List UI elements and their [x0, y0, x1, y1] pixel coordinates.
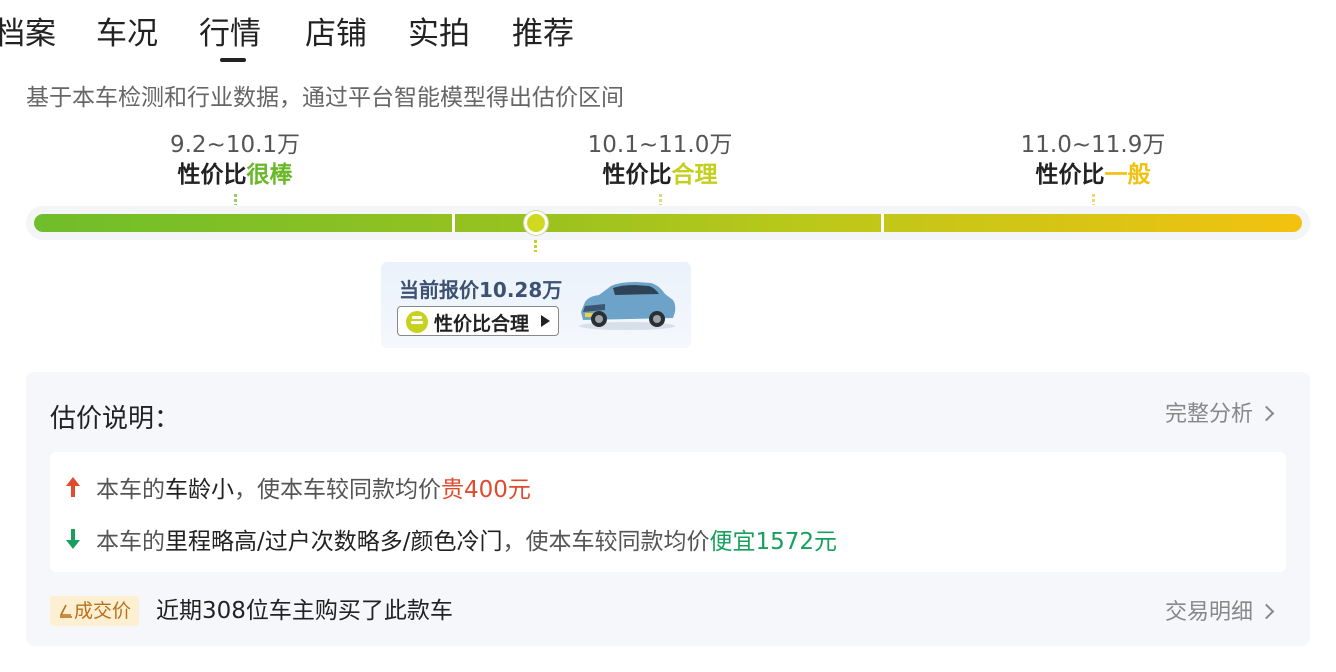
- factor-result: 贵400元: [441, 477, 531, 503]
- tab-store[interactable]: 店铺: [305, 12, 367, 56]
- panel-title: 估价说明：: [50, 404, 181, 434]
- current-price-label: 当前报价10.28万: [399, 278, 563, 302]
- band-rating: 性价比一般: [943, 160, 1243, 190]
- band-rating-word: 一般: [1104, 162, 1151, 188]
- valuation-subtitle: 基于本车检测和行业数据，通过平台智能模型得出估价区间: [26, 85, 624, 111]
- band-pointer-dots: [1091, 194, 1095, 205]
- transaction-details-label: 交易明细: [1164, 600, 1253, 625]
- bar-divider: [452, 214, 455, 232]
- band-great: 9.2~10.1万 性价比很棒: [85, 130, 385, 205]
- bar-divider: [881, 214, 884, 232]
- arrow-down-icon: [64, 529, 82, 555]
- price-gradient-bar: [34, 214, 1302, 232]
- band-range: 11.0~11.9万: [1020, 132, 1166, 158]
- tab-recommend[interactable]: 推荐: [512, 12, 574, 56]
- tab-market[interactable]: 行情: [199, 12, 261, 62]
- band-reasonable: 10.1~11.0万 性价比合理: [510, 130, 810, 205]
- deal-icon: [59, 604, 72, 618]
- factor-result: 便宜1572元: [709, 529, 838, 555]
- chevron-right-icon: [1258, 603, 1275, 620]
- band-rating-word: 很棒: [246, 162, 293, 188]
- current-price-card: 当前报价10.28万 性价比合理: [381, 262, 691, 348]
- factor-lead: 本车的: [96, 529, 165, 555]
- value-rating-label: 性价比合理: [434, 313, 530, 335]
- band-rating-prefix: 性价比: [602, 162, 672, 188]
- marker-pointer-dots: [534, 240, 537, 252]
- deal-badge-label: 成交价: [74, 600, 132, 622]
- band-average: 11.0~11.9万 性价比一般: [943, 130, 1243, 205]
- factor-row: 本车的车龄小，使本车较同款均价贵400元: [64, 470, 531, 504]
- car-image: [579, 282, 676, 330]
- valuation-explanation-panel: 估价说明： 完整分析 本车的车龄小，使本车较同款均价贵400元 本车的里程略高/…: [26, 372, 1310, 646]
- factor-name: 车龄小: [165, 477, 234, 503]
- tab-condition[interactable]: 车况: [96, 12, 158, 56]
- band-pointer-dots: [233, 194, 237, 205]
- band-rating-word: 合理: [671, 162, 718, 188]
- band-rating: 性价比很棒: [85, 160, 385, 190]
- factor-middle: ，使本车较同款均价: [502, 529, 710, 555]
- band-rating-prefix: 性价比: [1035, 162, 1105, 188]
- factor-list: 本车的车龄小，使本车较同款均价贵400元 本车的里程略高/过户次数略多/颜色冷门…: [50, 452, 1286, 572]
- factor-middle: ，使本车较同款均价: [234, 477, 441, 503]
- band-rating: 性价比合理: [510, 160, 810, 190]
- factor-row: 本车的里程略高/过户次数略多/颜色冷门，使本车较同款均价便宜1572元: [64, 522, 837, 556]
- value-rating-button[interactable]: 性价比合理: [397, 306, 559, 336]
- neutral-face-icon: [406, 311, 428, 333]
- current-price-marker: [524, 211, 548, 235]
- transaction-details-link[interactable]: 交易明细: [1164, 594, 1275, 626]
- play-arrow-icon: [541, 315, 550, 327]
- band-rating-prefix: 性价比: [177, 162, 247, 188]
- tab-photos[interactable]: 实拍: [408, 12, 470, 56]
- factor-lead: 本车的: [96, 477, 165, 503]
- band-range: 10.1~11.0万: [587, 132, 733, 158]
- factor-name: 里程略高/过户次数略多/颜色冷门: [165, 529, 503, 555]
- chevron-right-icon: [1258, 405, 1275, 422]
- full-analysis-link[interactable]: 完整分析: [1164, 396, 1275, 428]
- deal-summary: 近期308位车主购买了此款车: [156, 598, 453, 624]
- deal-price-badge: 成交价: [50, 596, 140, 626]
- tab-market-label: 行情: [199, 16, 261, 52]
- arrow-up-icon: [64, 477, 82, 503]
- tab-archive[interactable]: 档案: [0, 12, 56, 56]
- band-range: 9.2~10.1万: [169, 132, 301, 158]
- full-analysis-label: 完整分析: [1164, 402, 1253, 427]
- band-pointer-dots: [658, 194, 662, 205]
- active-tab-indicator: [220, 58, 246, 62]
